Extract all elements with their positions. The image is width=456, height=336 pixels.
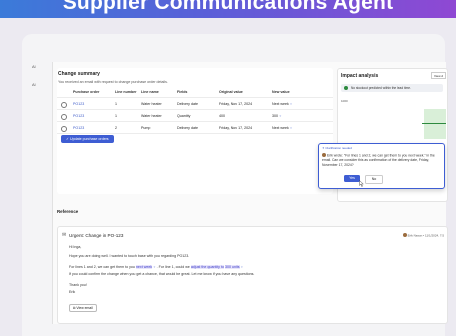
- impact-title: Impact analysis: [341, 73, 379, 79]
- axis-label-left: 1000: [341, 99, 348, 103]
- po-link[interactable]: PO123: [73, 126, 84, 130]
- clarification-dialog: ✦ Clarification needed Erik wrote: “For …: [318, 143, 445, 189]
- email-line-2: For lines 1 and 2, we can get them to yo…: [69, 265, 244, 269]
- app-banner: Supplier Communications Agent: [0, 0, 456, 18]
- reference-label: Reference: [57, 209, 79, 214]
- table-header: Purchase order Line number Line name Fie…: [57, 86, 333, 98]
- sparkle-icon: ✧: [289, 126, 293, 130]
- email-line-3: If you could confirm the change when you…: [69, 272, 255, 276]
- pointer-cursor-icon: [359, 180, 364, 187]
- banner-title: Supplier Communications Agent: [62, 0, 394, 14]
- main-window: Change summary You received an email wit…: [52, 62, 448, 324]
- sparkle-icon: ✧: [279, 114, 282, 118]
- email-sender: Erik Nason • 11/1/2024, 7:5: [402, 233, 444, 238]
- change-summary-title: Change summary: [58, 71, 100, 77]
- table-row[interactable]: PO123 1 Water heater Delivery date Frida…: [57, 98, 333, 110]
- line-name: Water heater: [141, 114, 162, 118]
- clarification-text: Erik wrote: “For lines 1 and 2, we can g…: [322, 153, 435, 167]
- row-select-radio[interactable]: [61, 101, 67, 108]
- email-signature: Erik: [69, 290, 76, 294]
- no-button[interactable]: No: [365, 175, 383, 184]
- yes-button[interactable]: Yes: [344, 175, 360, 182]
- line-name: Water heater: [141, 102, 162, 106]
- row-select-radio[interactable]: [61, 113, 67, 120]
- avatar: [402, 233, 407, 237]
- line-number: 2: [115, 126, 117, 130]
- chart-line: [422, 123, 446, 124]
- new-value: Next week✧: [272, 102, 293, 106]
- col-fields: Fields: [177, 90, 188, 94]
- view-details-button[interactable]: View d: [431, 72, 446, 79]
- line-name: Pump: [141, 126, 151, 130]
- col-original-value: Original value: [219, 90, 243, 94]
- highlight-next-week: next week: [135, 265, 153, 269]
- clarification-header: ✦ Clarification needed: [322, 146, 352, 150]
- avatar: [322, 153, 326, 157]
- email-thanks: Thank you!: [69, 283, 87, 287]
- new-value: Next week✧: [272, 126, 293, 130]
- checkmark-icon: ✓: [66, 137, 70, 141]
- change-summary-subtitle: You received an email with request to ch…: [58, 80, 168, 84]
- col-purchase-order: Purchase order: [73, 90, 100, 94]
- chart-area: [424, 109, 446, 139]
- email-subject: Urgent: Change in PO-123: [69, 233, 124, 238]
- update-purchase-orders-button[interactable]: ✓ Update purchase orders: [61, 135, 114, 143]
- new-value: 300✧: [272, 114, 282, 118]
- po-link[interactable]: PO123: [73, 102, 84, 106]
- line-number: 1: [115, 114, 117, 118]
- email-line-1: Hope you are doing well. I wanted to tou…: [69, 254, 190, 258]
- highlight-300-units: 300 units: [224, 265, 240, 269]
- rail-item-1[interactable]: Al: [32, 64, 36, 69]
- field-name: Delivery date: [177, 126, 198, 130]
- email-card: ✉ Urgent: Change in PO-123 Erik Nason • …: [57, 226, 448, 324]
- field-name: Quantity: [177, 114, 191, 118]
- col-new-value: New value: [272, 90, 290, 94]
- highlight-adjust: adjust the quantity to: [190, 265, 224, 269]
- col-line-name: Line name: [141, 90, 159, 94]
- left-rail: Al Al: [22, 34, 48, 336]
- sparkle-icon: ✧: [289, 102, 293, 106]
- line-number: 1: [115, 102, 117, 106]
- mail-icon: ✉: [62, 232, 67, 238]
- original-value: Friday, Nov 17, 2024: [219, 102, 253, 106]
- success-dot-icon: [344, 86, 348, 90]
- table-row[interactable]: PO123 1 Water heater Quantity 400 300✧: [57, 110, 333, 122]
- field-name: Delivery date: [177, 102, 198, 106]
- po-link[interactable]: PO123: [73, 114, 84, 118]
- email-greeting: Hi Inga,: [69, 245, 82, 249]
- col-line-number: Line number: [115, 90, 137, 94]
- table-row[interactable]: PO123 2 Pump Delivery date Friday, Nov 1…: [57, 122, 333, 134]
- row-select-radio[interactable]: [61, 125, 67, 132]
- original-value: 400: [219, 114, 225, 118]
- stockout-status: No stockout predicted within the lead ti…: [341, 84, 443, 92]
- view-email-button[interactable]: ⧉ View email: [69, 304, 97, 313]
- change-table: Purchase order Line number Line name Fie…: [57, 86, 333, 134]
- original-value: Friday, Nov 17, 2024: [219, 126, 253, 130]
- rail-item-2[interactable]: Al: [32, 82, 36, 87]
- app-frame: Al Al Change summary You received an ema…: [22, 34, 448, 336]
